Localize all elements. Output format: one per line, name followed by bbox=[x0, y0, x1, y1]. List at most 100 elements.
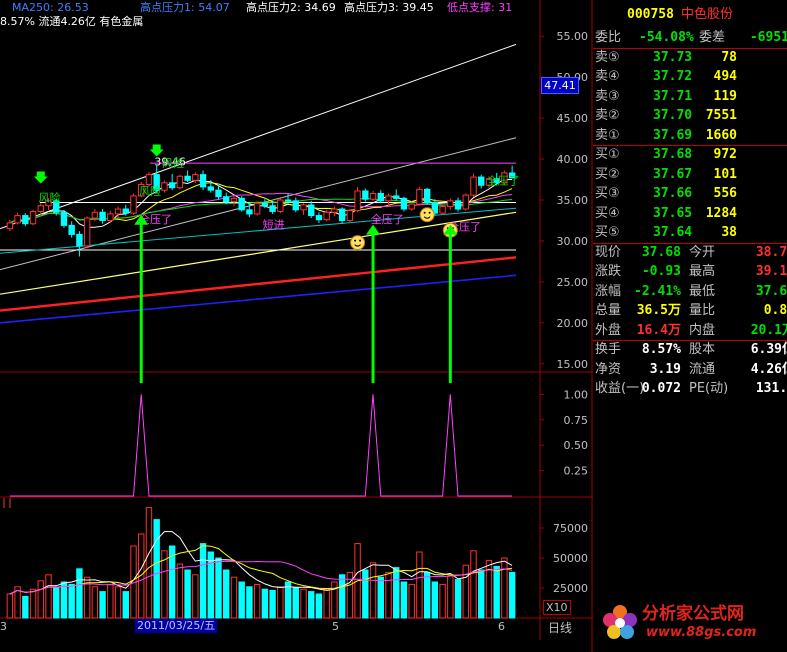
y-tick-label: 75000 bbox=[553, 522, 588, 535]
volume-bar bbox=[223, 569, 230, 619]
volume-bar bbox=[145, 507, 153, 619]
weicha-label: 委差 bbox=[699, 30, 726, 45]
stat-value: 20.1万 bbox=[750, 322, 787, 338]
candle-body bbox=[277, 199, 284, 212]
volume-bar bbox=[29, 588, 37, 619]
y-tick-label: 45.00 bbox=[557, 112, 589, 125]
candle-body bbox=[83, 217, 91, 247]
volume-bar bbox=[230, 576, 238, 619]
stat-row: 外盘 16.4万内盘 20.1万 bbox=[593, 321, 787, 340]
period-daily-button[interactable]: 日线 bbox=[548, 619, 572, 636]
volume-bar bbox=[508, 571, 516, 619]
volume-bar bbox=[253, 583, 261, 619]
volume-bar bbox=[369, 562, 377, 619]
buy-row: 买⑤ 37.64 38 bbox=[593, 223, 787, 242]
candle-body bbox=[76, 233, 83, 247]
y-tick-label: 1.00 bbox=[564, 388, 589, 401]
candle-body bbox=[223, 196, 230, 203]
weibi-value: -54.08% bbox=[639, 30, 694, 45]
cyan-trend-line bbox=[0, 207, 517, 254]
stat-label: 外盘 bbox=[595, 322, 622, 338]
candle-body bbox=[107, 213, 114, 221]
volume-bar bbox=[114, 586, 122, 619]
stat-value: -2.41% bbox=[634, 283, 681, 299]
weibi-row: 委比 -54.08% 委差 -6951 bbox=[593, 28, 787, 47]
candle-body bbox=[261, 202, 269, 207]
stat-value: 0.82 bbox=[763, 303, 787, 318]
candle-body bbox=[145, 174, 153, 185]
y-tick-label: 40.00 bbox=[557, 153, 589, 166]
down-arrow-icon bbox=[33, 171, 48, 184]
volume-bar bbox=[45, 574, 52, 619]
candle-body bbox=[114, 208, 122, 215]
candle-body bbox=[284, 199, 292, 202]
volume-scale-badge[interactable]: X10 bbox=[543, 600, 571, 615]
buy-signal-arrow-head bbox=[366, 224, 381, 235]
candle-body bbox=[6, 222, 14, 230]
candle-body bbox=[385, 195, 392, 202]
smiley-face bbox=[350, 235, 366, 251]
candle-body bbox=[269, 205, 276, 212]
stat-label: 现价 bbox=[595, 244, 622, 260]
volume-bar bbox=[277, 586, 284, 619]
candle-body bbox=[462, 194, 469, 210]
candle-body bbox=[60, 211, 68, 226]
candle-body bbox=[29, 210, 37, 225]
candle-body bbox=[253, 202, 261, 215]
volume-bar bbox=[338, 574, 346, 619]
flower-logo-icon bbox=[603, 605, 637, 639]
volume-bar bbox=[53, 587, 60, 619]
candle-body bbox=[323, 211, 330, 221]
volume-bar bbox=[37, 580, 44, 619]
sell-price: 37.70 bbox=[653, 108, 693, 123]
info-row: 收益(一)0.072 PE(动) 131.1 bbox=[593, 379, 787, 398]
buy-row: 买③ 37.66 556 bbox=[593, 184, 787, 203]
sell-row: 卖③ 37.71 119 bbox=[593, 87, 787, 106]
volume-bar bbox=[122, 591, 129, 619]
volume-bar bbox=[215, 557, 222, 619]
chart-annotation: 短进 bbox=[263, 218, 285, 232]
y-tick-label: 30.00 bbox=[557, 235, 589, 248]
candle-body bbox=[346, 210, 354, 221]
buy-row: 买④ 37.65 1284 bbox=[593, 204, 787, 223]
volume-bar bbox=[292, 587, 299, 619]
volume-bar bbox=[416, 551, 423, 619]
candle-body bbox=[315, 215, 323, 221]
chart-annotation: 风险 bbox=[39, 191, 61, 205]
volume-bar bbox=[60, 581, 68, 619]
info-label: PE(动) bbox=[689, 381, 729, 396]
y-tick-label: 20.00 bbox=[557, 317, 589, 330]
stat-row: 涨跌 -0.93 最高 39.18 bbox=[593, 262, 787, 281]
candle-body bbox=[423, 188, 431, 203]
smiley-icon bbox=[350, 235, 366, 251]
stat-label: 今开 bbox=[689, 244, 716, 260]
candle-body bbox=[246, 209, 253, 215]
cursor-date-tag: 2011/03/25/五 bbox=[135, 619, 218, 633]
volume-bar bbox=[323, 588, 330, 619]
info-value: 3.19 bbox=[649, 361, 681, 377]
volume-bar bbox=[462, 564, 469, 619]
x-tick-label: 5 bbox=[332, 620, 339, 633]
stat-label: 总量 bbox=[595, 303, 622, 318]
stat-value: 38.70 bbox=[755, 244, 787, 260]
y-tick-label: 0.75 bbox=[564, 414, 589, 427]
volume-bar bbox=[447, 575, 454, 619]
stat-value: 37.66 bbox=[755, 283, 787, 299]
info-value: 6.39亿 bbox=[750, 342, 787, 357]
sell-row: 卖① 37.69 1660 bbox=[593, 126, 787, 145]
candle-body bbox=[22, 215, 29, 225]
pressure2-label: 高点压力2: 34.69 bbox=[246, 1, 336, 14]
info-value: 0.072 bbox=[641, 381, 681, 396]
candle-body bbox=[122, 208, 129, 214]
current-price-tag: 47.41 bbox=[541, 77, 579, 94]
sell-row: 卖② 37.70 7551 bbox=[593, 106, 787, 125]
volume-bar bbox=[300, 588, 307, 619]
x-tick-label: 6 bbox=[498, 620, 505, 633]
site-logo[interactable]: 分析家公式网 www.88gs.com bbox=[596, 596, 787, 652]
y-tick-label: 50000 bbox=[553, 552, 588, 565]
candle-body bbox=[238, 197, 245, 211]
stat-value: 39.18 bbox=[755, 264, 787, 279]
sell-price: 37.72 bbox=[653, 69, 693, 84]
chart-annotation: 风险 bbox=[139, 184, 161, 198]
sell-row: 卖④ 37.72 494 bbox=[593, 67, 787, 86]
